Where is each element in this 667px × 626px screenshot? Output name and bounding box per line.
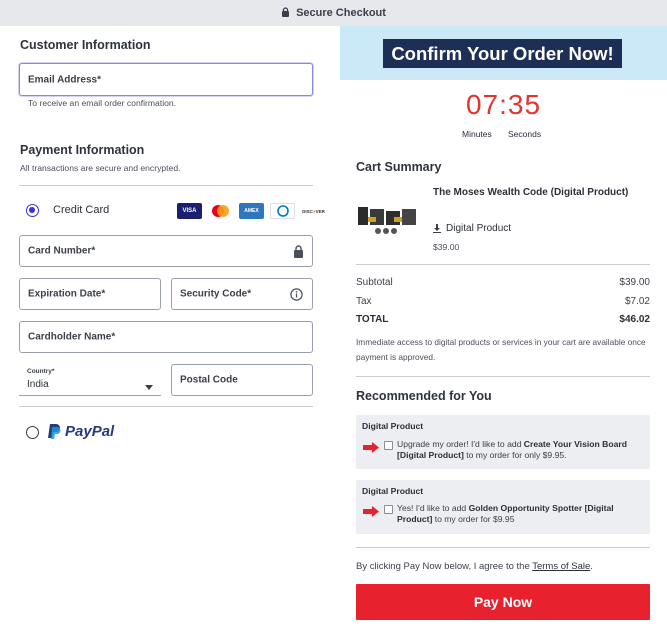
card-number-label: Card Number* (28, 245, 96, 257)
info-icon[interactable] (290, 288, 303, 306)
country-label: Country* (27, 368, 55, 375)
pay-now-button[interactable]: Pay Now (356, 584, 650, 620)
total-row: TOTAL $46.02 (356, 314, 650, 325)
lock-icon (281, 6, 290, 20)
product-name: The Moses Wealth Code (Digital Product) (433, 187, 629, 198)
country-select[interactable]: Country* India (19, 364, 161, 396)
card-number-field[interactable]: Card Number* (19, 235, 313, 267)
product-image (356, 203, 420, 243)
upsell-text-pre: Yes! I'd like to add (397, 503, 469, 513)
upsell-checkbox[interactable] (384, 505, 393, 514)
terms-text: By clicking Pay Now below, I agree to th… (356, 561, 593, 572)
countdown-timer: 07:35 (465, 89, 542, 120)
upsell-item: Digital Product Yes! I'd like to add Gol… (356, 480, 650, 534)
product-type-label: Digital Product (446, 223, 512, 234)
tax-label: Tax (356, 296, 372, 307)
subtotal-label: Subtotal (356, 277, 393, 288)
divider (356, 547, 650, 548)
total-value: $46.02 (619, 314, 650, 325)
order-summary: Confirm Your Order Now! 07:35 Minutes Se… (340, 26, 667, 626)
cart-summary-heading: Cart Summary (356, 160, 442, 174)
subtotal-value: $39.00 (619, 277, 650, 288)
upsell-text: Yes! I'd like to add Golden Opportunity … (397, 503, 642, 525)
upsell-text: Upgrade my order! I'd like to add Create… (397, 439, 642, 461)
email-field-label: Email Address* (28, 74, 101, 85)
recommended-heading: Recommended for You (356, 389, 492, 403)
timer-minutes-label: Minutes (462, 129, 492, 139)
expiration-date-field[interactable]: Expiration Date* (19, 278, 161, 310)
upsell-checkbox[interactable] (384, 441, 393, 450)
tax-value: $7.02 (624, 296, 650, 307)
cardholder-name-label: Cardholder Name* (28, 331, 116, 343)
upsell-category: Digital Product (362, 421, 424, 431)
expiration-date-label: Expiration Date* (28, 288, 106, 300)
timer-seconds-label: Seconds (508, 129, 542, 139)
confirm-banner-title: Confirm Your Order Now! (383, 39, 622, 68)
payment-info-heading: Payment Information (20, 143, 145, 157)
terms-of-sale-link[interactable]: Terms of Sale (532, 561, 590, 572)
divider (356, 376, 650, 377)
secure-checkout-label: Secure Checkout (296, 7, 386, 19)
payment-subtext: All transactions are secure and encrypte… (20, 163, 181, 173)
subtotal-row: Subtotal $39.00 (356, 277, 650, 288)
divider (19, 185, 313, 186)
product-price: $39.00 (433, 242, 460, 252)
card-brands: VISA AMEX DISC ● VER (177, 203, 326, 219)
divider (356, 264, 650, 265)
postal-code-field[interactable]: Postal Code (171, 364, 313, 396)
cardholder-name-field[interactable]: Cardholder Name* (19, 321, 313, 353)
terms-text-post: . (590, 561, 593, 572)
security-code-label: Security Code* (180, 288, 252, 300)
secure-checkout-bar: Secure Checkout (0, 0, 667, 26)
tax-row: Tax $7.02 (356, 296, 650, 307)
upsell-category: Digital Product (362, 486, 424, 496)
postal-code-label: Postal Code (180, 374, 238, 386)
product-type: Digital Product (433, 223, 511, 234)
paypal-label: PayPal (65, 423, 115, 440)
credit-card-radio[interactable] (26, 204, 39, 217)
access-note: Immediate access to digital products or … (356, 337, 646, 362)
country-value: India (27, 379, 49, 390)
upsell-item: Digital Product Upgrade my order! I'd li… (356, 415, 650, 469)
divider (19, 406, 313, 407)
email-field[interactable]: Email Address* (19, 63, 313, 96)
arrow-right-icon (363, 440, 379, 458)
confirm-banner: Confirm Your Order Now! (340, 26, 667, 80)
upsell-text-post: to my order for only $9.95. (463, 450, 567, 460)
upsell-text-post: to my order for $9.95 (432, 514, 515, 524)
mastercard-icon (208, 203, 233, 219)
amex-icon: AMEX (239, 203, 264, 219)
upsell-text-pre: Upgrade my order! I'd like to add (397, 439, 524, 449)
paypal-icon (48, 424, 61, 439)
lock-icon (293, 245, 304, 263)
customer-info-heading: Customer Information (20, 38, 151, 52)
terms-text-pre: By clicking Pay Now below, I agree to th… (356, 561, 533, 572)
download-icon (433, 224, 441, 233)
security-code-field[interactable]: Security Code* (171, 278, 313, 310)
paypal-radio[interactable] (26, 426, 39, 439)
discover-icon: DISC ● VER (301, 203, 326, 219)
arrow-right-icon (363, 504, 379, 522)
email-help-text: To receive an email order confirmation. (28, 98, 177, 108)
paypal-logo: PayPal (47, 423, 114, 440)
visa-icon: VISA (177, 203, 202, 219)
total-label: TOTAL (356, 314, 389, 325)
chevron-down-icon (145, 377, 153, 395)
checkout-form: Customer Information Email Address* To r… (0, 26, 340, 626)
credit-card-label: Credit Card (53, 204, 110, 216)
diners-icon (270, 203, 295, 219)
